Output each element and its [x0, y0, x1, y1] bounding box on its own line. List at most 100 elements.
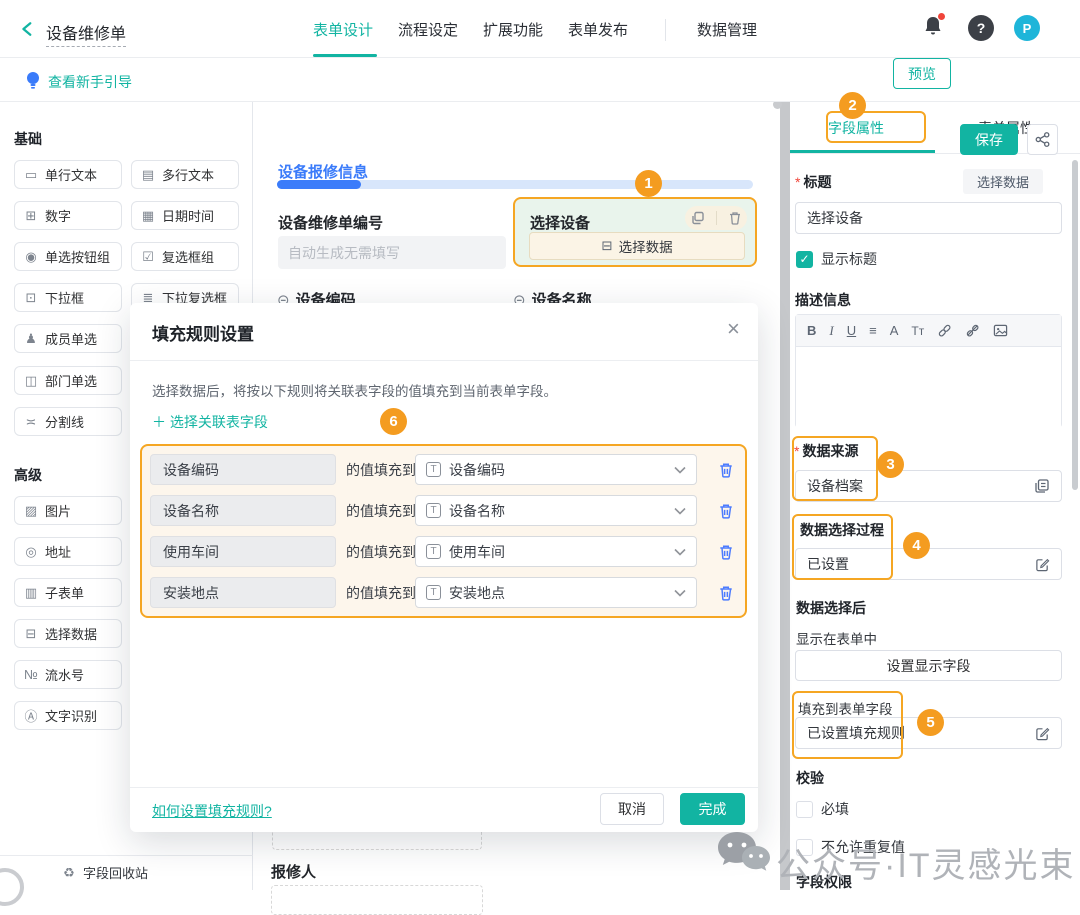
underline-icon[interactable]: U — [847, 323, 856, 338]
field-serial-number[interactable]: №流水号 — [14, 660, 122, 689]
rule-source-input[interactable]: 安装地点 — [150, 577, 336, 608]
rule-target-value: 设备名称 — [449, 501, 666, 521]
rule-source-input[interactable]: 设备名称 — [150, 495, 336, 526]
title-input[interactable]: 选择设备 — [795, 202, 1062, 234]
field-recycle-bin[interactable]: ♻ 字段回收站 — [62, 863, 148, 882]
rule-target-dropdown[interactable]: T 设备名称 — [415, 495, 697, 526]
rule-target-dropdown[interactable]: T 设备编码 — [415, 454, 697, 485]
delete-rule-icon[interactable] — [718, 536, 738, 567]
field-number[interactable]: ⊞数字 — [14, 201, 122, 230]
back-icon[interactable] — [20, 21, 36, 37]
field-subform[interactable]: ▥子表单 — [14, 578, 122, 607]
widget-select-data-button[interactable]: ⊟ 选择数据 — [529, 232, 745, 260]
recycle-bin-label: 字段回收站 — [83, 863, 148, 882]
selected-widget-select-device[interactable]: 选择设备 ⊟ 选择数据 — [513, 197, 757, 267]
description-editor[interactable]: B I U ≡ A Tᴛ — [795, 314, 1062, 428]
rule-connector: 的值填充到 — [346, 577, 416, 608]
field-select-data[interactable]: ⊟选择数据 — [14, 619, 122, 648]
select-data-chip[interactable]: 选择数据 — [963, 169, 1043, 194]
save-button[interactable]: 保存 — [960, 124, 1018, 155]
field-ocr[interactable]: Ⓐ文字识别 — [14, 701, 122, 730]
show-title-checkbox[interactable]: ✓ — [796, 251, 813, 268]
delete-rule-icon[interactable] — [718, 577, 738, 608]
field-label: 单行文本 — [45, 165, 97, 184]
serial-number-icon: № — [24, 667, 38, 682]
tab-extensions[interactable]: 扩展功能 — [483, 19, 543, 40]
no-duplicate-checkbox[interactable] — [796, 839, 813, 856]
panel-scrollbar-thumb[interactable] — [1072, 160, 1078, 490]
selection-process-input[interactable]: 已设置 — [795, 548, 1062, 580]
field-label: 复选框组 — [162, 247, 214, 266]
properties-panel: 字段属性 表单属性 标题 选择数据 选择设备 ✓ 显示标题 描述信息 B I U… — [790, 102, 1080, 890]
cancel-button[interactable]: 取消 — [600, 793, 664, 825]
field-dropdown[interactable]: ⊡下拉框 — [14, 283, 122, 312]
italic-icon[interactable]: I — [829, 323, 833, 339]
active-tab-indicator — [313, 54, 377, 57]
tab-form-publish[interactable]: 表单发布 — [568, 19, 628, 40]
canvas-scrollbar[interactable] — [780, 102, 790, 890]
field-label: 多行文本 — [162, 165, 214, 184]
field-datetime[interactable]: ▦日期时间 — [131, 201, 239, 230]
set-display-fields-button[interactable]: 设置显示字段 — [795, 650, 1062, 681]
copy-icon[interactable] — [691, 211, 705, 225]
field-department-select[interactable]: ◫部门单选 — [14, 366, 122, 395]
section-progress-track — [277, 180, 753, 189]
help-icon[interactable]: ? — [968, 15, 994, 41]
modal-description: 选择数据后，将按以下规则将关联表字段的值填充到当前表单字段。 — [152, 380, 557, 400]
description-textarea[interactable] — [796, 347, 1061, 428]
delete-icon[interactable] — [728, 211, 742, 225]
field-address[interactable]: ◎地址 — [14, 537, 122, 566]
serial-field-input[interactable]: 自动生成无需填写 — [278, 236, 506, 269]
annotation-4: 4 — [903, 532, 930, 559]
insert-image-icon[interactable] — [993, 323, 1008, 338]
title-label: 标题 — [795, 172, 831, 192]
field-single-line-text[interactable]: ▭ 单行文本 — [14, 160, 122, 189]
unlink-icon[interactable] — [965, 323, 980, 338]
linked-form-icon[interactable] — [1034, 478, 1050, 494]
share-button[interactable] — [1027, 124, 1058, 155]
delete-rule-icon[interactable] — [718, 495, 738, 526]
tab-form-design[interactable]: 表单设计 — [313, 19, 373, 40]
add-related-field-link[interactable]: ＋ 选择关联表字段 — [152, 412, 268, 432]
rule-connector: 的值填充到 — [346, 536, 416, 567]
data-source-input[interactable]: 设备档案 — [795, 470, 1062, 502]
select-data-icon: ⊟ — [601, 238, 612, 254]
bold-icon[interactable]: B — [807, 323, 816, 338]
confirm-button[interactable]: 完成 — [680, 793, 745, 825]
form-title[interactable]: 设备维修单 — [46, 20, 126, 47]
field-member-select[interactable]: ♟成员单选 — [14, 324, 122, 353]
tab-flow-settings[interactable]: 流程设定 — [398, 19, 458, 40]
rule-target-dropdown[interactable]: T 使用车间 — [415, 536, 697, 567]
align-icon[interactable]: ≡ — [869, 323, 877, 338]
newbie-guide-link[interactable]: 查看新手引导 — [48, 72, 132, 92]
font-color-icon[interactable]: A — [890, 323, 899, 338]
tab-field-properties[interactable]: 字段属性 — [828, 118, 884, 138]
required-label: 必填 — [821, 799, 849, 819]
field-divider[interactable]: ≍分割线 — [14, 407, 122, 436]
link-icon[interactable] — [937, 323, 952, 338]
fill-rules-help-link[interactable]: 如何设置填充规则? — [152, 801, 272, 821]
edit-icon[interactable] — [1035, 557, 1050, 572]
widget-select-data-label: 选择数据 — [619, 236, 673, 256]
annotation-1: 1 — [635, 170, 662, 197]
user-avatar[interactable]: P — [1014, 15, 1040, 41]
rule-source-input[interactable]: 设备编码 — [150, 454, 336, 485]
notification-bell-icon[interactable] — [923, 15, 943, 40]
rule-target-dropdown[interactable]: T 安装地点 — [415, 577, 697, 608]
rule-source-input[interactable]: 使用车间 — [150, 536, 336, 567]
annotation-5: 5 — [917, 709, 944, 736]
delete-rule-icon[interactable] — [718, 454, 738, 485]
field-image[interactable]: ▨图片 — [14, 496, 122, 525]
field-checkbox-group[interactable]: ☑复选框组 — [131, 242, 239, 271]
field-multi-line-text[interactable]: ▤多行文本 — [131, 160, 239, 189]
editor-toolbar: B I U ≡ A Tᴛ — [796, 315, 1061, 347]
preview-button[interactable]: 预览 — [893, 58, 951, 89]
tab-data-management[interactable]: 数据管理 — [697, 19, 757, 40]
serial-field-label: 设备维修单编号 — [278, 212, 383, 233]
font-size-icon[interactable]: Tᴛ — [911, 324, 924, 338]
field-radio-group[interactable]: ◉单选按钮组 — [14, 242, 122, 271]
required-checkbox[interactable] — [796, 801, 813, 818]
edit-icon[interactable] — [1035, 726, 1050, 741]
close-icon[interactable]: × — [727, 318, 740, 340]
single-line-text-icon: ▭ — [24, 167, 38, 183]
